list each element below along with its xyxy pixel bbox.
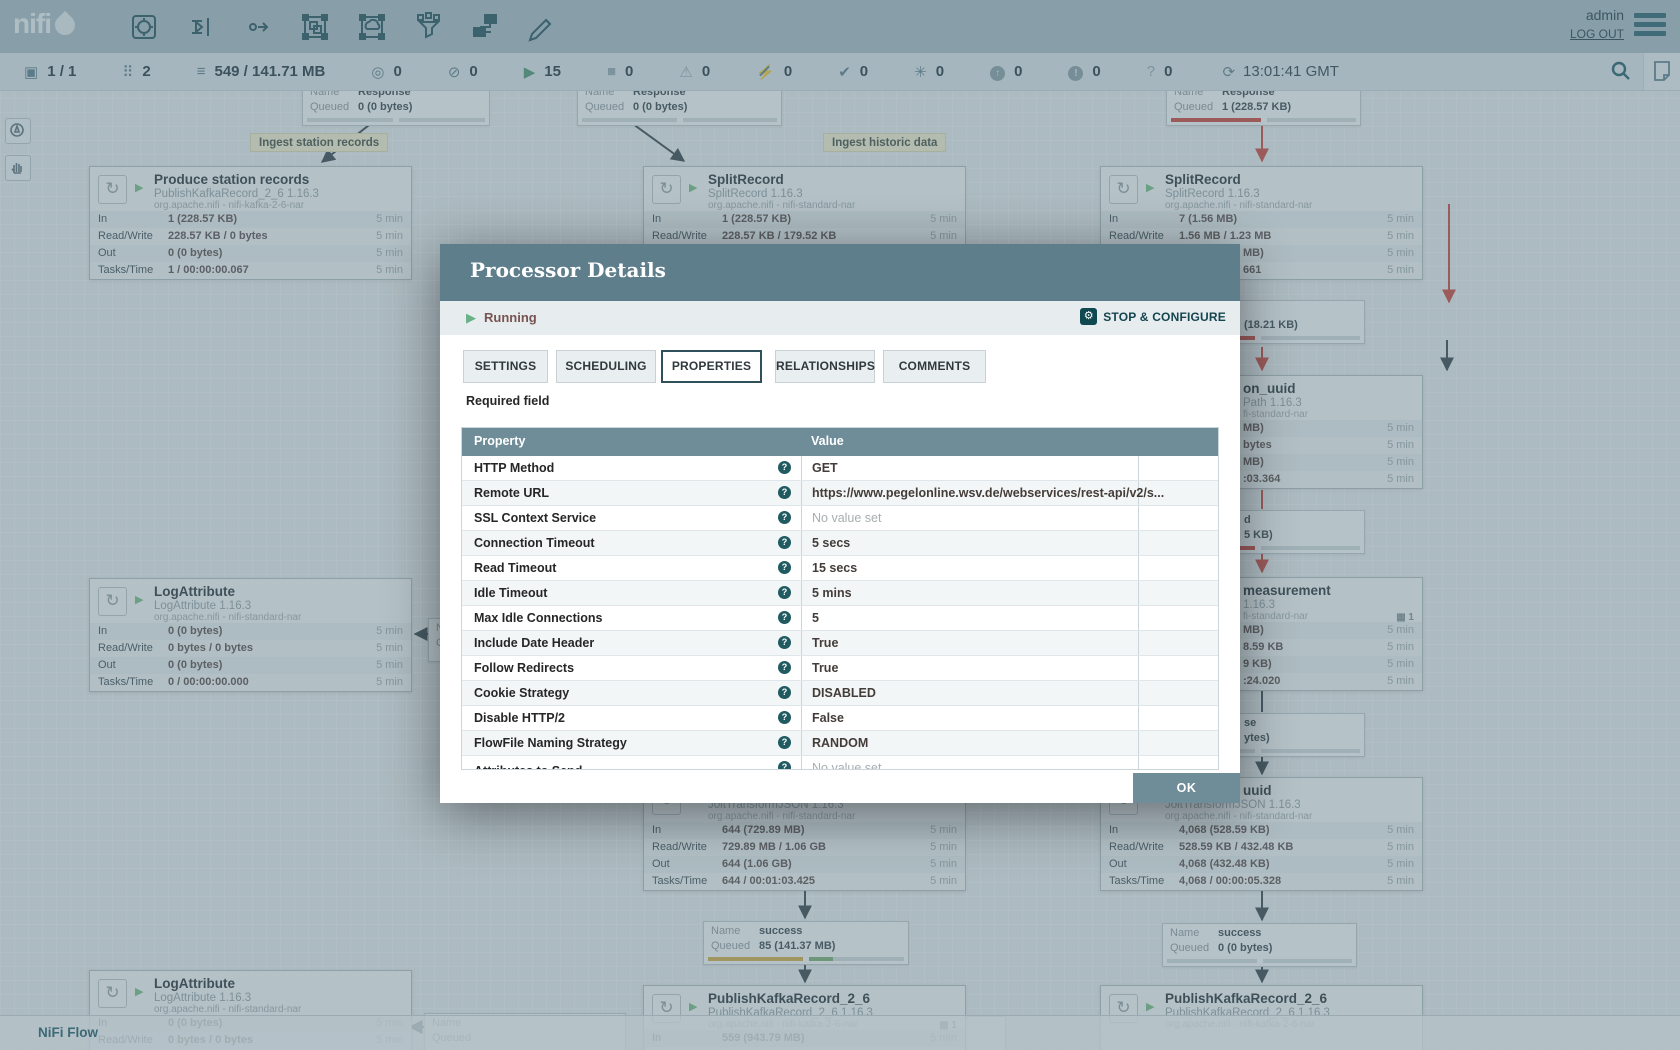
property-row: Cookie Strategy? DISABLED [462,681,1218,706]
property-value: RANDOM [812,736,868,750]
property-name: Cookie Strategy [474,686,569,700]
help-icon[interactable]: ? [778,486,791,499]
value-column-header: Value [811,434,844,448]
help-icon[interactable]: ? [778,611,791,624]
property-value: GET [812,461,838,475]
help-icon[interactable]: ? [778,536,791,549]
property-cell: Read Timeout? [462,556,801,580]
property-row: Attributes to Send? No value set [462,756,1218,769]
property-value: 15 secs [812,561,857,575]
property-value: No value set [812,761,881,769]
tab-properties[interactable]: PROPERTIES [661,350,762,383]
property-cell: Remote URL? [462,481,801,505]
property-value: No value set [812,511,881,525]
property-value: True [812,661,838,675]
property-name: FlowFile Naming Strategy [474,736,627,750]
property-cell: HTTP Method? [462,456,801,480]
tab-comments[interactable]: COMMENTS [883,350,986,383]
help-icon[interactable]: ? [778,711,791,724]
property-name: Read Timeout [474,561,556,575]
property-row: HTTP Method? GET [462,456,1218,481]
value-cell: RANDOM [801,731,1139,755]
nifi-app: NameResponseQueued0 (0 bytes)NameRespons… [0,0,1680,1050]
property-row: FlowFile Naming Strategy? RANDOM [462,731,1218,756]
value-cell: No value set [801,756,1139,769]
tab-settings[interactable]: SETTINGS [463,350,548,383]
property-name: Max Idle Connections [474,611,603,625]
help-icon[interactable]: ? [778,761,791,769]
property-name: Attributes to Send [474,764,582,769]
property-value: 5 [812,611,819,625]
value-cell: https://www.pegelonline.wsv.de/webservic… [801,481,1139,505]
property-cell: Max Idle Connections? [462,606,801,630]
property-row: Include Date Header? True [462,631,1218,656]
property-name: Include Date Header [474,636,594,650]
stop-and-configure-button[interactable]: ⚙ STOP & CONFIGURE [1080,308,1226,325]
processor-status-strip: ▶ Running ⚙ STOP & CONFIGURE [440,301,1240,335]
help-icon[interactable]: ? [778,686,791,699]
property-value: https://www.pegelonline.wsv.de/webservic… [812,486,1164,500]
value-cell: 15 secs [801,556,1139,580]
property-name: Connection Timeout [474,536,595,550]
processor-details-dialog: Processor Details ▶ Running ⚙ STOP & CON… [440,244,1240,803]
gear-icon: ⚙ [1080,308,1097,325]
property-cell: Connection Timeout? [462,531,801,555]
property-value: 5 secs [812,536,850,550]
property-cell: Disable HTTP/2? [462,706,801,730]
value-cell: 5 [801,606,1139,630]
help-icon[interactable]: ? [778,561,791,574]
dialog-title: Processor Details [470,258,666,282]
properties-table-header: Property Value [462,428,1218,456]
property-column-header: Property [474,434,525,448]
value-cell: True [801,631,1139,655]
property-cell: Include Date Header? [462,631,801,655]
value-cell: 5 mins [801,581,1139,605]
properties-table: Property Value HTTP Method? GET Remote URL… [461,427,1219,770]
property-cell: Idle Timeout? [462,581,801,605]
property-row: Read Timeout? 15 secs [462,556,1218,581]
help-icon[interactable]: ? [778,461,791,474]
property-name: Follow Redirects [474,661,574,675]
help-icon[interactable]: ? [778,636,791,649]
property-value: True [812,636,838,650]
property-row: Connection Timeout? 5 secs [462,531,1218,556]
value-cell: 5 secs [801,531,1139,555]
property-name: SSL Context Service [474,511,596,525]
help-icon[interactable]: ? [778,736,791,749]
property-row: Max Idle Connections? 5 [462,606,1218,631]
property-row: Follow Redirects? True [462,656,1218,681]
property-name: Disable HTTP/2 [474,711,565,725]
property-cell: Attributes to Send? [462,756,801,769]
property-row: Idle Timeout? 5 mins [462,581,1218,606]
value-cell: DISABLED [801,681,1139,705]
property-row: SSL Context Service? No value set [462,506,1218,531]
value-cell: No value set [801,506,1139,530]
dialog-header: Processor Details [440,244,1240,301]
value-cell: GET [801,456,1139,480]
help-icon[interactable]: ? [778,511,791,524]
property-value: DISABLED [812,686,876,700]
property-cell: Cookie Strategy? [462,681,801,705]
value-cell: True [801,656,1139,680]
property-row: Remote URL?https://www.pegelonline.wsv.d… [462,481,1218,506]
property-value: 5 mins [812,586,852,600]
property-cell: Follow Redirects? [462,656,801,680]
ok-button[interactable]: OK [1133,773,1240,803]
property-row: Disable HTTP/2? False [462,706,1218,731]
running-status-icon: ▶ [466,310,476,326]
help-icon[interactable]: ? [778,661,791,674]
help-icon[interactable]: ? [778,586,791,599]
tab-scheduling[interactable]: SCHEDULING [556,350,656,383]
value-cell: False [801,706,1139,730]
property-name: Idle Timeout [474,586,547,600]
required-field-note: Required field [466,394,549,408]
property-value: False [812,711,844,725]
property-cell: SSL Context Service? [462,506,801,530]
property-name: HTTP Method [474,461,554,475]
property-name: Remote URL [474,486,549,500]
property-cell: FlowFile Naming Strategy? [462,731,801,755]
run-status-label: Running [484,310,537,325]
tab-relationships[interactable]: RELATIONSHIPS [775,350,875,383]
